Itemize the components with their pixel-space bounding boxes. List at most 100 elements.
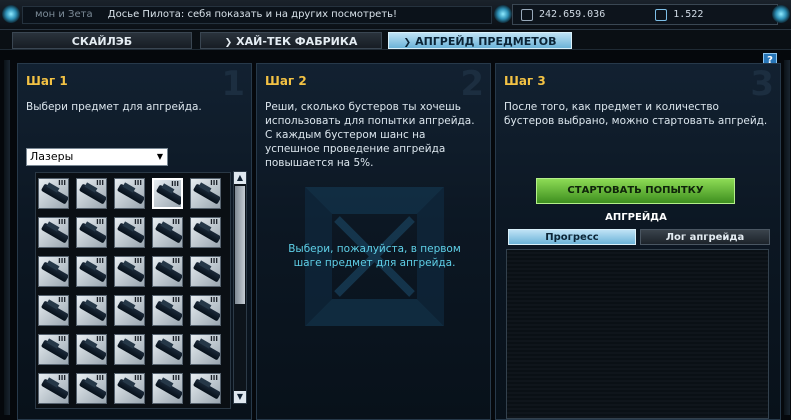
upgrade-log-panel [506,249,769,419]
laser-item-slot[interactable]: III [76,334,107,365]
upgrade-subtabs: Прогресс Лог апгрейда [504,229,772,247]
laser-item-slot[interactable]: III [76,178,107,209]
item-tier-label: III [210,296,218,304]
item-tier-label: III [134,179,142,187]
step2-panel: 2 Шаг 2 Реши, сколько бустеров ты хочешь… [256,63,491,420]
item-tier-label: III [172,296,180,304]
laser-item-slot[interactable]: III [38,373,69,404]
step3-number: 3 [750,64,774,104]
scroll-up-icon[interactable]: ▲ [234,172,246,184]
item-grid: III III III III III III III III III III III III III I… [35,172,231,409]
tab-upgrade-log[interactable]: Лог апгрейда [640,229,770,245]
laser-item-slot[interactable]: III [152,178,183,209]
item-tier-label: III [58,179,66,187]
item-tier-label: III [96,296,104,304]
chevron-down-icon: ▼ [156,152,163,161]
scroll-thumb[interactable] [235,186,245,304]
item-tier-label: III [96,218,104,226]
tab-skylab[interactable]: СКАЙЛЭБ [12,32,192,49]
news-ticker[interactable]: мон и Зета Досье Пилота: себя показать и… [22,6,492,24]
step2-title: Шаг 2 [265,74,307,88]
laser-item-slot[interactable]: III [190,217,221,248]
chevron-right-icon: ❯ [224,38,233,48]
laser-item-slot[interactable]: III [190,295,221,326]
uridium-icon [655,8,668,21]
laser-item-slot[interactable]: III [114,334,145,365]
left-frame-decoration [4,60,10,415]
laser-item-slot[interactable]: III [152,217,183,248]
item-tier-label: III [172,374,180,382]
laser-item-slot[interactable]: III [190,256,221,287]
laser-item-slot[interactable]: III [114,295,145,326]
item-tier-label: III [210,257,218,265]
step1-panel: 1 Шаг 1 Выбери предмет для апгрейда. Лаз… [17,63,252,420]
laser-item-slot[interactable]: III [76,295,107,326]
laser-item-slot[interactable]: III [114,256,145,287]
laser-item-slot[interactable]: III [114,217,145,248]
tab-progress[interactable]: Прогресс [508,229,636,245]
item-tier-label: III [58,296,66,304]
item-tier-label: III [172,218,180,226]
laser-item-slot[interactable]: III [190,334,221,365]
laser-item-slot[interactable]: III [152,334,183,365]
item-grid-scrollbar[interactable]: ▲ ▼ [233,171,247,404]
laser-item-slot[interactable]: III [114,373,145,404]
upgrade-section-label: АПГРЕЙДА [605,212,667,223]
tab-item-upgrade[interactable]: ❯ АПГРЕЙД ПРЕДМЕТОВ [388,32,572,49]
item-tier-label: III [210,335,218,343]
laser-item-slot[interactable]: III [38,295,69,326]
laser-item-slot[interactable]: III [38,217,69,248]
top-bar: мон и Зета Досье Пилота: себя показать и… [0,0,791,30]
step1-title: Шаг 1 [26,74,68,88]
item-tier-label: III [58,374,66,382]
chevron-right-icon: ❯ [403,38,412,48]
item-tier-label: III [210,218,218,226]
item-tier-label: III [210,374,218,382]
item-tier-label: III [96,179,104,187]
laser-item-slot[interactable]: III [76,217,107,248]
step2-text: Реши, сколько бустеров ты хочешь использ… [265,101,475,169]
right-orb-icon [494,5,512,23]
corner-orb-icon [772,5,790,23]
step3-text: После того, как предмет и количество бус… [504,101,768,127]
scroll-down-icon[interactable]: ▼ [234,391,246,403]
item-tier-label: III [134,374,142,382]
tab-skylab-label: СКАЙЛЭБ [71,35,133,48]
laser-item-slot[interactable]: III [38,334,69,365]
laser-item-slot[interactable]: III [190,178,221,209]
item-tier-label: III [134,296,142,304]
credits-display: 242.659.036 [521,8,605,21]
item-category-select[interactable]: Лазеры ▼ [26,148,168,166]
laser-item-slot[interactable]: III [152,256,183,287]
laser-item-slot[interactable]: III [38,178,69,209]
news-text: Досье Пилота: себя показать и на других … [107,9,398,20]
right-frame-decoration [784,60,790,415]
laser-item-slot[interactable]: III [76,256,107,287]
item-tier-label: III [96,257,104,265]
start-attempt-button[interactable]: СТАРТОВАТЬ ПОПЫТКУ [536,178,735,204]
laser-item-slot[interactable]: III [38,256,69,287]
item-tier-label: III [134,218,142,226]
item-category-value: Лазеры [30,150,74,163]
currency-panel: 242.659.036 1.522 [512,4,778,25]
item-tier-label: III [172,257,180,265]
news-prefix: мон и Зета [35,9,93,20]
laser-item-slot[interactable]: III [152,295,183,326]
uridium-value: 1.522 [673,9,704,20]
step1-number: 1 [221,64,245,104]
laser-item-slot[interactable]: III [76,373,107,404]
laser-item-slot[interactable]: III [190,373,221,404]
laser-item-slot[interactable]: III [114,178,145,209]
main-tabs: СКАЙЛЭБ ❯ ХАЙ-ТЕК ФАБРИКА ❯ АПГРЕЙД ПРЕДМЕ… [0,30,791,50]
item-tier-label: III [134,335,142,343]
item-tier-label: III [134,257,142,265]
step3-panel: 3 Шаг 3 После того, как предмет и количе… [495,63,781,420]
tab-hitech-factory[interactable]: ❯ ХАЙ-ТЕК ФАБРИКА [200,32,382,49]
left-orb-icon [2,5,20,23]
item-tier-label: III [58,335,66,343]
uridium-display: 1.522 [655,8,704,21]
laser-item-slot[interactable]: III [152,373,183,404]
item-tier-label: III [171,180,179,188]
item-tier-label: III [96,374,104,382]
tab-upgrade-label: АПГРЕЙД ПРЕДМЕТОВ [415,35,557,48]
